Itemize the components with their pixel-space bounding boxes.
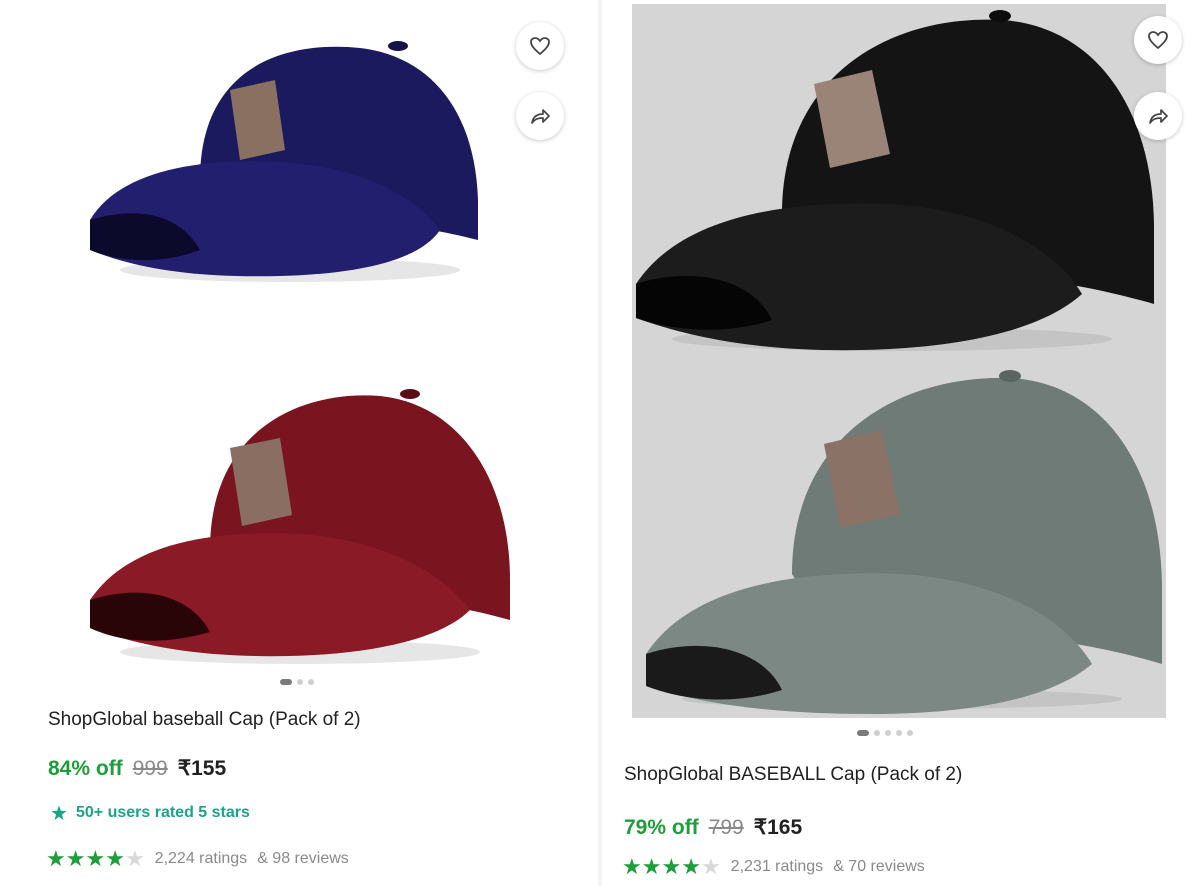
star-empty-icon: ★ [700, 854, 721, 879]
carousel-dot[interactable] [874, 730, 880, 736]
reviews-count: & 98 reviews [257, 850, 349, 867]
wishlist-button[interactable] [1134, 16, 1182, 64]
share-button[interactable] [1134, 92, 1182, 140]
rating-row[interactable]: ★ ★ ★ ★ ★ 2,224 ratings & 98 reviews [46, 848, 349, 870]
star-icon: ★ [681, 854, 701, 879]
star-icon: ★ [661, 854, 682, 879]
product-title[interactable]: ShopGlobal BASEBALL Cap (Pack of 2) [624, 764, 962, 786]
star-icon: ★ [105, 846, 125, 871]
share-button[interactable] [516, 92, 564, 140]
rating-row[interactable]: ★ ★ ★ ★ ★ 2,231 ratings & 70 reviews [622, 856, 925, 878]
selling-price: ₹165 [753, 816, 803, 839]
discount-percent: 79% off [624, 816, 699, 839]
product-image-2[interactable] [632, 4, 1166, 718]
carousel-dot-active[interactable] [280, 679, 292, 685]
price-row: 84% off 999 ₹155 [48, 756, 226, 781]
grey-cap-image [646, 370, 1162, 714]
carousel-dot-active[interactable] [857, 730, 869, 736]
carousel-dot[interactable] [308, 679, 314, 685]
heart-outline-icon [530, 37, 550, 56]
ratings-count: 2,231 ratings [730, 858, 824, 875]
product-image-1[interactable] [30, 10, 580, 670]
original-price: 999 [132, 757, 168, 780]
maroon-cap-image [90, 389, 510, 664]
price-row: 79% off 799 ₹165 [624, 815, 802, 840]
star-icon: ★ [46, 846, 66, 871]
selling-price: ₹155 [177, 757, 227, 780]
star-icon: ★ [622, 854, 642, 879]
navy-cap-image [90, 41, 478, 282]
star-empty-icon: ★ [124, 846, 145, 871]
star-icon: ★ [65, 846, 86, 871]
product-card-2[interactable]: ShopGlobal BASEBALL Cap (Pack of 2) 79% … [600, 0, 1200, 886]
heart-outline-icon [1148, 31, 1168, 50]
product-card-1[interactable]: ShopGlobal baseball Cap (Pack of 2) 84% … [0, 0, 600, 886]
star-icon: ★ [85, 846, 106, 871]
carousel-dots [280, 679, 314, 685]
reviews-count: & 70 reviews [833, 858, 925, 875]
star-rating: ★ ★ ★ ★ ★ [46, 848, 145, 870]
share-arrow-icon [531, 109, 550, 124]
carousel-dot[interactable] [896, 730, 902, 736]
star-icon: ★ [641, 854, 662, 879]
carousel-dot[interactable] [907, 730, 913, 736]
highlight-badge: 50+ users rated 5 stars [50, 804, 250, 822]
carousel-dots [857, 730, 913, 736]
carousel-dot[interactable] [885, 730, 891, 736]
star-rating: ★ ★ ★ ★ ★ [622, 856, 721, 878]
carousel-dot[interactable] [297, 679, 303, 685]
highlight-text: 50+ users rated 5 stars [76, 804, 250, 821]
share-arrow-icon [1149, 109, 1168, 124]
discount-percent: 84% off [48, 757, 123, 780]
wishlist-button[interactable] [516, 22, 564, 70]
original-price: 799 [708, 816, 744, 839]
black-cap-image [636, 10, 1154, 351]
product-title[interactable]: ShopGlobal baseball Cap (Pack of 2) [48, 709, 361, 731]
sparkle-star-icon [51, 805, 67, 821]
ratings-count: 2,224 ratings [154, 850, 248, 867]
